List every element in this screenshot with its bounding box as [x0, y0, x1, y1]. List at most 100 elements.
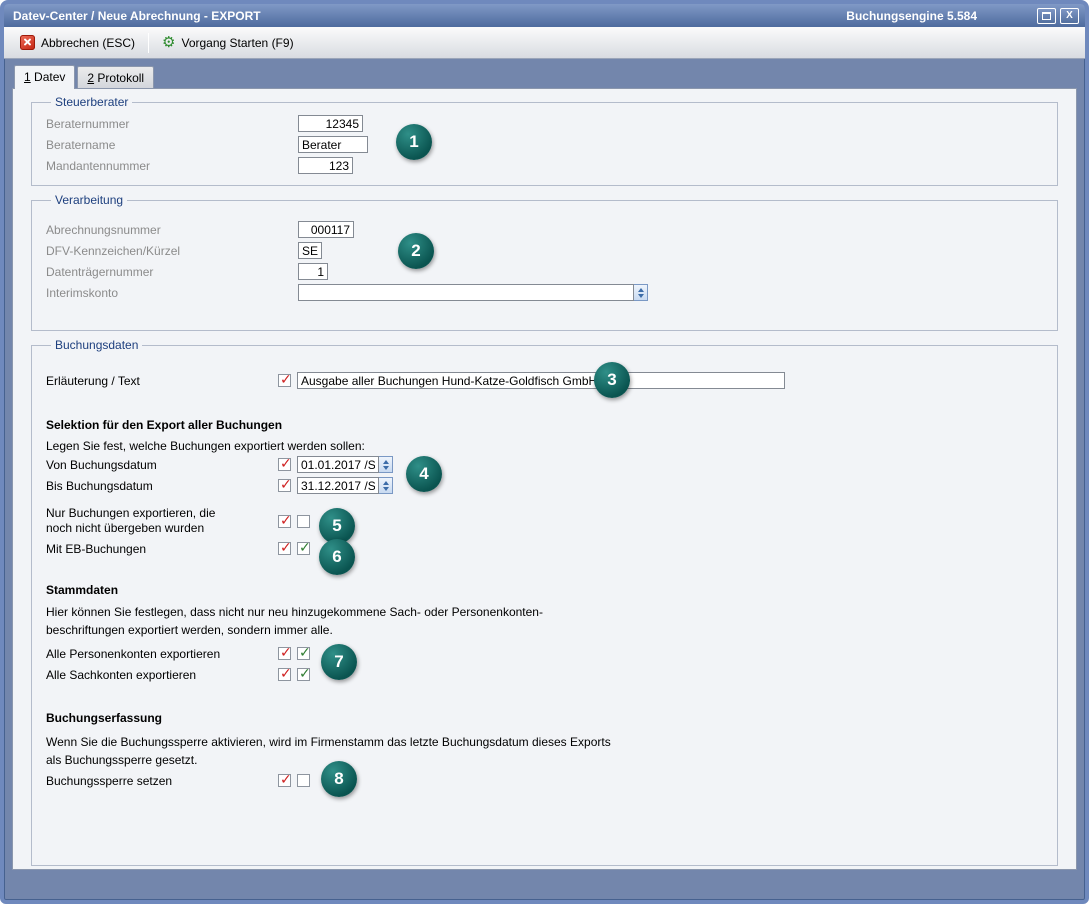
- spinner-up-icon: [383, 481, 389, 485]
- alle-sachkonten-checkbox[interactable]: [297, 668, 310, 681]
- row-mandantennummer: Mandantennummer: [46, 155, 1043, 176]
- tab-datev-label: Datev: [31, 70, 66, 84]
- row-nur-nicht-uebergebene: Nur Buchungen exportieren, die noch nich…: [46, 506, 1043, 536]
- bis-buchungsdatum-field: [297, 477, 393, 494]
- step-badge-1: 1: [396, 124, 432, 160]
- mit-eb-buchungen-label: Mit EB-Buchungen: [46, 542, 278, 556]
- buchungserfassung-desc-line2: als Buchungssperre gesetzt.: [46, 751, 1043, 769]
- gear-start-icon: ⚙: [162, 35, 175, 51]
- group-buchungsdaten: Buchungsdaten Erläuterung / Text 3 Selek…: [31, 338, 1058, 866]
- group-steuerberater: Steuerberater Beraternummer Beratername …: [31, 95, 1058, 186]
- nur-nicht-uebergebene-label-line1: Nur Buchungen exportieren, die: [46, 506, 278, 521]
- datentraegernummer-label: Datenträgernummer: [46, 265, 298, 279]
- start-process-button[interactable]: ⚙ Vorgang Starten (F9): [154, 31, 302, 55]
- stammdaten-desc-line1: Hier können Sie festlegen, dass nicht nu…: [46, 603, 1043, 621]
- alle-personenkonten-label: Alle Personenkonten exportieren: [46, 647, 278, 661]
- interimskonto-label: Interimskonto: [46, 286, 298, 300]
- tab-datev-accelerator: 1: [24, 70, 31, 84]
- nur-nicht-uebergebene-active-checkbox[interactable]: [278, 515, 291, 528]
- group-verarbeitung-legend: Verarbeitung: [51, 193, 127, 207]
- beraternummer-input[interactable]: [298, 115, 363, 132]
- mit-eb-buchungen-checkbox[interactable]: [297, 542, 310, 555]
- abrechnungsnummer-label: Abrechnungsnummer: [46, 223, 298, 237]
- stammdaten-heading: Stammdaten: [46, 583, 1043, 598]
- bis-buchungsdatum-input[interactable]: [297, 477, 379, 494]
- red-x-icon: [20, 35, 35, 50]
- maximize-icon: [1042, 12, 1051, 20]
- tab-strip: 1 Datev 2 Protokoll: [4, 59, 1085, 88]
- buchungssperre-label: Buchungssperre setzen: [46, 774, 278, 788]
- spinner-up-icon: [383, 460, 389, 464]
- buchungssperre-checkbox[interactable]: [297, 774, 310, 787]
- row-alle-sachkonten: Alle Sachkonten exportieren: [46, 664, 1043, 685]
- step-badge-3: 3: [594, 362, 630, 398]
- mandantennummer-input[interactable]: [298, 157, 353, 174]
- abort-button[interactable]: Abbrechen (ESC): [12, 31, 143, 54]
- mandantennummer-label: Mandantennummer: [46, 159, 298, 173]
- alle-personenkonten-checkbox[interactable]: [297, 647, 310, 660]
- engine-version-label: Buchungsengine 5.584: [846, 9, 977, 23]
- nur-nicht-uebergebene-label-line2: noch nicht übergeben wurden: [46, 521, 278, 536]
- maximize-button[interactable]: [1037, 8, 1056, 24]
- titlebar[interactable]: Datev-Center / Neue Abrechnung - EXPORT …: [4, 4, 1085, 27]
- selektion-heading: Selektion für den Export aller Buchungen: [46, 418, 1043, 433]
- interimskonto-spinner[interactable]: [634, 284, 648, 301]
- start-process-button-label: Vorgang Starten (F9): [182, 36, 294, 50]
- erlaeuterung-input[interactable]: [297, 372, 785, 389]
- group-verarbeitung: Verarbeitung Abrechnungsnummer DFV-Kennz…: [31, 193, 1058, 331]
- group-buchungsdaten-legend: Buchungsdaten: [51, 338, 142, 352]
- step-badge-2: 2: [398, 233, 434, 269]
- row-buchungssperre: Buchungssperre setzen 8: [46, 770, 1043, 791]
- buchungserfassung-desc-line1: Wenn Sie die Buchungssperre aktivieren, …: [46, 733, 1043, 751]
- alle-sachkonten-label: Alle Sachkonten exportieren: [46, 668, 278, 682]
- beraternummer-label: Beraternummer: [46, 117, 298, 131]
- step-badge-4: 4: [406, 456, 442, 492]
- tab-protokoll[interactable]: 2 Protokoll: [77, 66, 154, 88]
- datev-tab-panel: Steuerberater Beraternummer Beratername …: [12, 88, 1077, 870]
- von-buchungsdatum-input[interactable]: [297, 456, 379, 473]
- selektion-intro: Legen Sie fest, welche Buchungen exporti…: [46, 439, 1043, 454]
- buchungssperre-active-checkbox[interactable]: [278, 774, 291, 787]
- nur-nicht-uebergebene-checkbox[interactable]: [297, 515, 310, 528]
- row-mit-eb-buchungen: Mit EB-Buchungen 6: [46, 538, 1043, 559]
- app-window: Datev-Center / Neue Abrechnung - EXPORT …: [0, 0, 1089, 904]
- window-title: Datev-Center / Neue Abrechnung - EXPORT: [13, 9, 261, 23]
- row-dfv-kennzeichen: DFV-Kennzeichen/Kürzel 2: [46, 240, 1043, 261]
- bis-buchungsdatum-spinner[interactable]: [379, 477, 393, 494]
- group-steuerberater-legend: Steuerberater: [51, 95, 132, 109]
- row-datentraegernummer: Datenträgernummer: [46, 261, 1043, 282]
- toolbar-separator: [148, 33, 149, 53]
- toolbar: Abbrechen (ESC) ⚙ Vorgang Starten (F9): [4, 27, 1085, 59]
- tab-datev[interactable]: 1 Datev: [14, 65, 75, 89]
- step-badge-6: 6: [319, 539, 355, 575]
- interimskonto-input[interactable]: [298, 284, 634, 301]
- spinner-up-icon: [638, 288, 644, 292]
- row-alle-personenkonten: Alle Personenkonten exportieren 7: [46, 643, 1043, 664]
- alle-personenkonten-active-checkbox[interactable]: [278, 647, 291, 660]
- erlaeuterung-label: Erläuterung / Text: [46, 374, 278, 388]
- row-interimskonto: Interimskonto: [46, 282, 1043, 303]
- bis-buchungsdatum-label: Bis Buchungsdatum: [46, 479, 278, 493]
- spinner-down-icon: [383, 466, 389, 470]
- von-buchungsdatum-spinner[interactable]: [379, 456, 393, 473]
- row-erlaeuterung: Erläuterung / Text 3: [46, 370, 1043, 391]
- row-beraternummer: Beraternummer: [46, 113, 1043, 134]
- bis-buchungsdatum-active-checkbox[interactable]: [278, 479, 291, 492]
- erlaeuterung-active-checkbox[interactable]: [278, 374, 291, 387]
- row-bis-buchungsdatum: Bis Buchungsdatum: [46, 475, 1043, 496]
- dfv-kennzeichen-input[interactable]: [298, 242, 322, 259]
- close-button[interactable]: X: [1060, 8, 1079, 24]
- mit-eb-buchungen-active-checkbox[interactable]: [278, 542, 291, 555]
- abrechnungsnummer-input[interactable]: [298, 221, 354, 238]
- row-beratername: Beratername 1: [46, 134, 1043, 155]
- dfv-kennzeichen-label: DFV-Kennzeichen/Kürzel: [46, 244, 298, 258]
- von-buchungsdatum-active-checkbox[interactable]: [278, 458, 291, 471]
- stammdaten-desc-line2: beschriftungen exportiert werden, sonder…: [46, 621, 1043, 639]
- von-buchungsdatum-label: Von Buchungsdatum: [46, 458, 278, 472]
- step-badge-8: 8: [321, 761, 357, 797]
- spinner-down-icon: [383, 487, 389, 491]
- buchungserfassung-heading: Buchungserfassung: [46, 711, 1043, 726]
- beratername-input[interactable]: [298, 136, 368, 153]
- alle-sachkonten-active-checkbox[interactable]: [278, 668, 291, 681]
- datentraegernummer-input[interactable]: [298, 263, 328, 280]
